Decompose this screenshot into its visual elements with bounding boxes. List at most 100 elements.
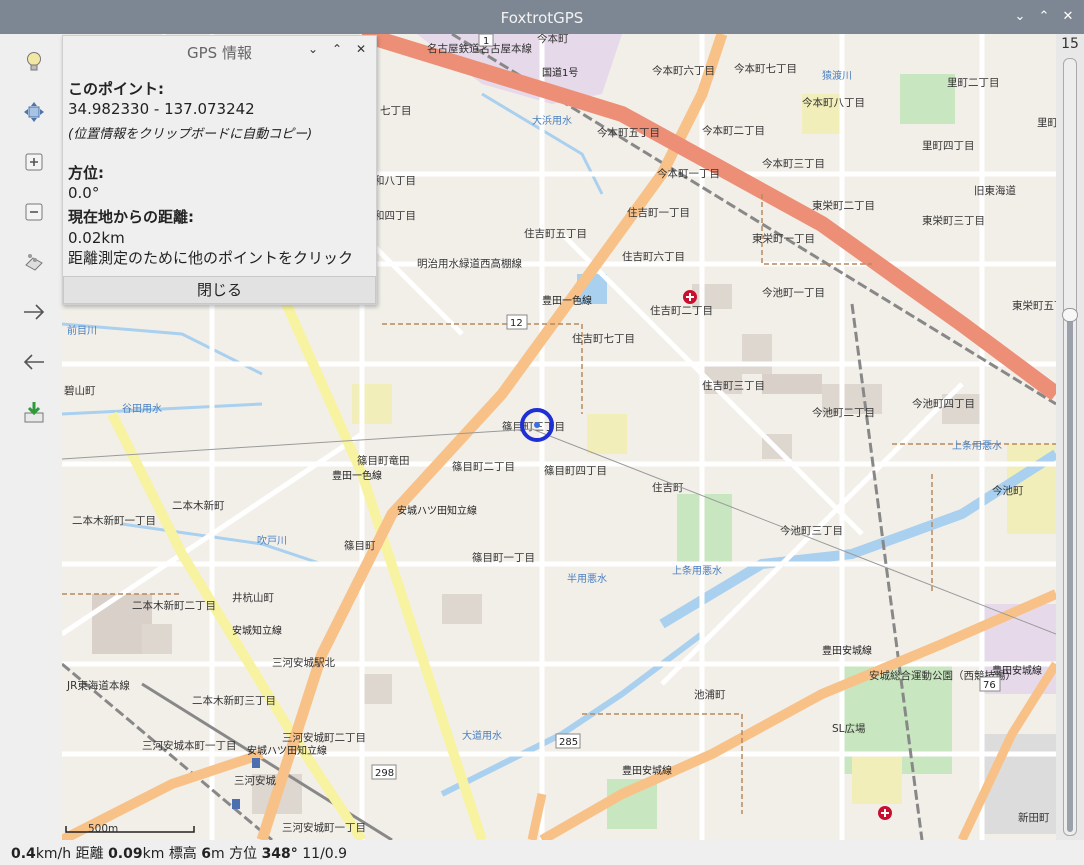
map-label: 猿渡川 — [822, 69, 852, 82]
zoom-slider[interactable] — [1062, 58, 1078, 836]
map-label: 二本木新町一丁目 — [72, 514, 156, 527]
map-label: 今本町一丁目 — [657, 167, 720, 180]
coordinates-value: 34.982330 - 137.073242 — [68, 100, 255, 118]
distance-heading: 現在地からの距離: — [68, 208, 194, 226]
map-label: 二本木新町二丁目 — [132, 599, 216, 612]
map-label: 今池町一丁目 — [762, 286, 825, 299]
dialog-minimize-button[interactable]: ⌄ — [305, 42, 321, 56]
station-marker — [232, 799, 240, 809]
waypoint-icon[interactable] — [22, 250, 46, 274]
map-label: 今池町四丁目 — [912, 397, 975, 410]
map-label: 住吉町三丁目 — [702, 379, 765, 392]
zoom-level: 15 — [1061, 36, 1079, 52]
map-label: 今本町二丁目 — [702, 124, 765, 137]
map-label: 里町四丁目 — [922, 140, 975, 152]
map-label: 今本町五丁目 — [597, 126, 660, 139]
gps-info-dialog: GPS 情報 ⌄ ⌃ ✕ このポイント: 34.982330 - 137.073… — [62, 35, 377, 305]
route-shield: 1 — [483, 36, 489, 47]
status-bar: 0.4km/h 距離 0.09km 標高 6m 方位 348° 11/0.9 — [0, 840, 1084, 865]
satellite-info: 11/0.9 — [302, 846, 348, 862]
dialog-close-icon[interactable]: ✕ — [353, 42, 369, 56]
map-label: 池浦町 — [694, 688, 726, 701]
map-label: 旧東海道 — [974, 184, 1016, 197]
distance-value: 0.02km — [68, 229, 125, 247]
lightbulb-icon[interactable] — [22, 50, 46, 74]
zoom-in-icon[interactable] — [22, 150, 46, 174]
download-icon[interactable] — [22, 400, 46, 424]
scale-label: 500m — [88, 823, 118, 835]
minimize-button[interactable]: ⌄ — [1011, 8, 1029, 26]
forward-arrow-icon[interactable] — [22, 300, 46, 324]
map-label: 碧山町 — [64, 385, 96, 397]
route-shield: 285 — [559, 737, 578, 748]
map-label: 里町 — [1037, 117, 1056, 129]
map-label: 上条用悪水 — [952, 439, 1002, 452]
map-label: 大道用水 — [462, 729, 502, 742]
heading-value: 348° — [261, 846, 298, 862]
gps-position-dot — [534, 422, 540, 428]
distance-label: 距離 — [75, 846, 104, 862]
map-label: SL広場 — [832, 722, 866, 735]
map-label: 住吉町一丁目 — [627, 206, 690, 219]
map-label: 今本町六丁目 — [652, 64, 715, 77]
map-label: 篠目町四丁目 — [544, 464, 607, 477]
map-label: 今本町 — [537, 34, 569, 45]
map-label: 三河安城町一丁目 — [282, 821, 366, 834]
map-label: 今池町 — [992, 484, 1024, 497]
road-label: 豊田安城線 — [822, 644, 872, 657]
map-label: 和四丁目 — [374, 210, 416, 222]
map-label: 篠目町一丁目 — [472, 551, 535, 564]
altitude-label: 標高 — [168, 846, 197, 862]
map-label: 七丁目 — [380, 105, 412, 117]
zoom-panel: 15 — [1056, 34, 1084, 840]
road-label: 豊田一色線 — [542, 294, 592, 307]
bearing-value: 0.0° — [68, 184, 100, 202]
route-shield: 76 — [983, 680, 996, 691]
window-title: FoxtrotGPS — [500, 9, 584, 27]
zoom-slider-handle[interactable] — [1062, 308, 1078, 322]
road-label: 豊田安城線 — [992, 664, 1042, 677]
map-label: 篠目町竜田 — [357, 454, 410, 467]
left-toolbar — [0, 34, 62, 840]
map-label: 東栄町三丁目 — [922, 214, 985, 227]
maximize-button[interactable]: ⌃ — [1035, 8, 1053, 26]
move-icon[interactable] — [22, 100, 46, 124]
map-label: 二本木新町三丁目 — [192, 694, 276, 707]
map-label: 三河安城駅北 — [272, 656, 335, 669]
map-label: 住吉町六丁目 — [622, 250, 685, 263]
heading-label: 方位 — [229, 846, 258, 862]
map-label: 篠目町三丁目 — [502, 420, 565, 433]
route-shield: 298 — [375, 768, 394, 779]
map-label: 今本町七丁目 — [734, 62, 797, 75]
map-label: 半用悪水 — [567, 572, 607, 585]
map-label: 住吉町七丁目 — [572, 332, 635, 345]
map-label: 東栄町五丁目 — [1012, 299, 1056, 312]
map-label: 大浜用水 — [532, 114, 572, 127]
map-label: 住吉町五丁目 — [524, 227, 587, 240]
speed-value: 0.4 — [11, 846, 36, 862]
map-label: 里町二丁目 — [947, 77, 1000, 89]
back-arrow-icon[interactable] — [22, 350, 46, 374]
close-window-button[interactable]: ✕ — [1059, 8, 1077, 26]
map-label: JR東海道本線 — [66, 679, 130, 692]
dialog-maximize-button[interactable]: ⌃ — [329, 42, 345, 56]
altitude-unit: m — [211, 846, 225, 862]
map-label: 篠目町二丁目 — [452, 460, 515, 473]
map-label: 今本町三丁目 — [762, 157, 825, 170]
map-label: 明治用水緑道西高棚線 — [417, 257, 522, 270]
point-heading: このポイント: — [68, 80, 164, 98]
clipboard-note: (位置情報をクリップボードに自動コピー) — [68, 127, 313, 142]
map-label: 三河安城本町一丁目 — [142, 739, 237, 752]
map-label: 東栄町一丁目 — [752, 232, 815, 245]
zoom-out-icon[interactable] — [22, 200, 46, 224]
road-label: 安城ハツ田知立線 — [247, 744, 327, 757]
zoom-slider-fill — [1067, 317, 1073, 832]
map-label: 前目川 — [67, 324, 97, 337]
road-label: 国道1号 — [542, 66, 578, 79]
title-bar: FoxtrotGPS ⌄ ⌃ ✕ — [0, 0, 1084, 34]
close-button[interactable]: 閉じる — [63, 276, 376, 304]
map-label: 三河安城町二丁目 — [282, 731, 366, 744]
map-label: 井杭山町 — [232, 591, 274, 604]
road-label: 豊田安城線 — [622, 764, 672, 777]
distance-unit: km — [142, 846, 165, 862]
